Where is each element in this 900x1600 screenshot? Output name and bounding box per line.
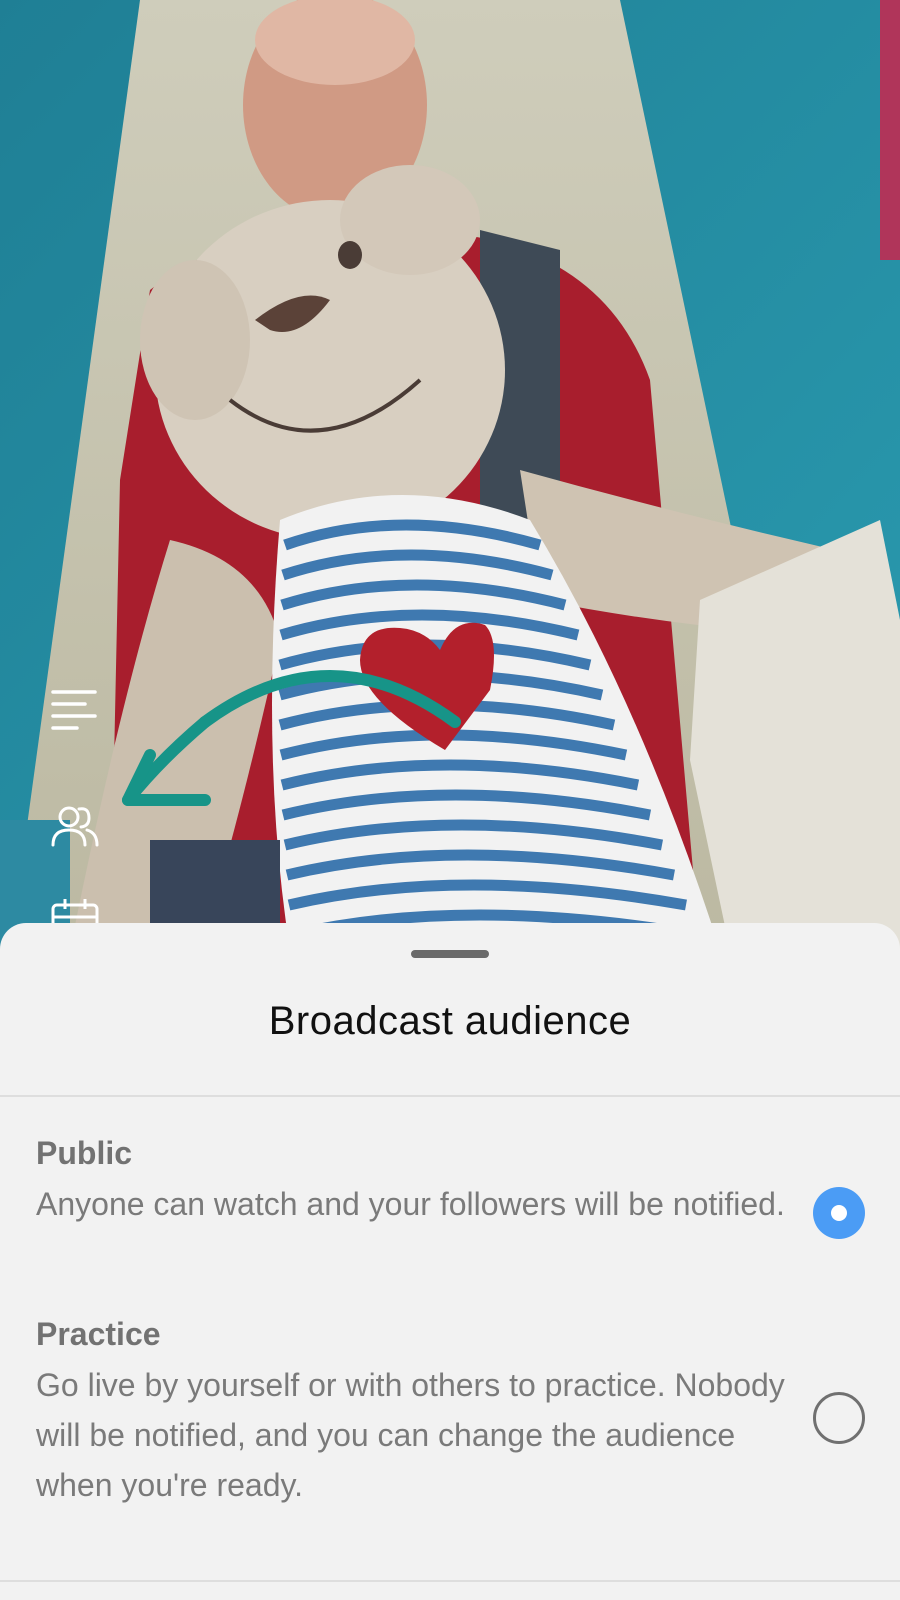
public-radio-button[interactable]	[813, 1187, 865, 1239]
broadcast-audience-sheet: Broadcast audience Public Anyone can wat…	[0, 923, 900, 1600]
option-title: Practice	[36, 1316, 161, 1352]
practice-radio-button[interactable]	[813, 1392, 865, 1444]
camera-preview-image	[0, 0, 900, 950]
menu-lines-icon	[51, 690, 97, 730]
menu-icon[interactable]	[44, 681, 106, 743]
camera-preview	[0, 0, 900, 950]
audience-icon[interactable]	[44, 794, 106, 856]
option-practice[interactable]: Practice Go live by yourself or with oth…	[0, 1316, 900, 1531]
calendar-icon[interactable]	[44, 895, 106, 923]
sheet-title: Broadcast audience	[268, 998, 632, 1043]
option-description: Anyone can watch and your followers will…	[36, 1186, 785, 1222]
option-description: Go live by yourself or with others to pr…	[36, 1367, 785, 1503]
option-public[interactable]: Public Anyone can watch and your followe…	[0, 1135, 900, 1305]
calendar-glyph-icon	[51, 899, 99, 923]
people-icon	[51, 806, 99, 847]
option-title: Public	[36, 1135, 133, 1171]
divider	[0, 1095, 900, 1097]
divider	[0, 1580, 900, 1582]
